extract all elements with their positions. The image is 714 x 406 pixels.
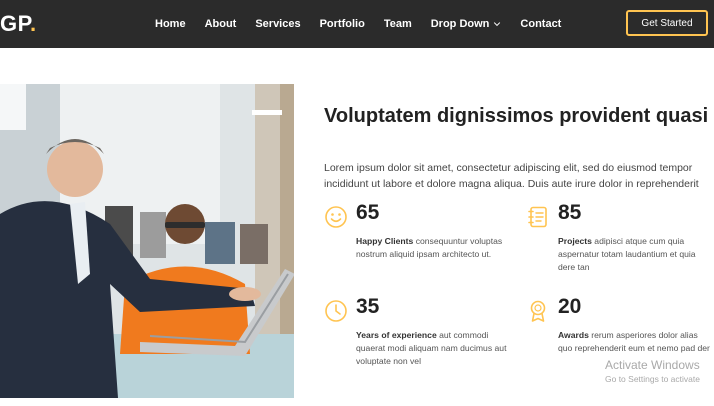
- page: GP. Home About Services Portfolio Team D…: [0, 0, 714, 406]
- award-icon: [530, 300, 546, 322]
- stat-number: 65: [356, 201, 380, 224]
- watermark-title: Activate Windows: [605, 358, 700, 372]
- stat-label: Awards: [558, 330, 589, 340]
- stat-text: Years of experience aut commodi quaerat …: [356, 329, 508, 368]
- logo-dot: .: [29, 11, 37, 36]
- nav-about[interactable]: About: [205, 18, 237, 30]
- stat-text: Projects adipisci atque cum quia asperna…: [558, 235, 710, 274]
- stat-text: Awards rerum asperiores dolor alias quo …: [558, 329, 710, 355]
- about-image: [0, 84, 294, 398]
- nav-services[interactable]: Services: [255, 18, 300, 30]
- logo[interactable]: GP.: [0, 11, 37, 37]
- site-header: GP. Home About Services Portfolio Team D…: [0, 0, 714, 48]
- logo-text: GP: [0, 11, 30, 36]
- stat-number: 20: [558, 295, 582, 318]
- stat-label: Projects: [558, 236, 592, 246]
- stat-label: Years of experience: [356, 330, 437, 340]
- stat-text: Happy Clients consequuntur voluptas nost…: [356, 235, 508, 261]
- chevron-down-icon: [494, 22, 501, 27]
- main-nav: Home About Services Portfolio Team Drop …: [155, 0, 580, 48]
- emoji-smile-icon: [325, 206, 347, 228]
- stat-number: 35: [356, 295, 380, 318]
- nav-team[interactable]: Team: [384, 18, 412, 30]
- nav-contact[interactable]: Contact: [520, 18, 561, 30]
- nav-home[interactable]: Home: [155, 18, 186, 30]
- nav-dropdown-label: Drop Down: [430, 18, 490, 30]
- get-started-button[interactable]: Get Started: [626, 10, 708, 36]
- section-description: Lorem ipsum dolor sit amet, consectetur …: [324, 162, 699, 190]
- section-title: Voluptatem dignissimos provident quasi: [324, 105, 709, 127]
- stat-label: Happy Clients: [356, 236, 414, 246]
- watermark-subtitle: Go to Settings to activate: [605, 374, 700, 384]
- nav-portfolio[interactable]: Portfolio: [320, 18, 365, 30]
- stat-number: 85: [558, 201, 582, 224]
- journal-richtext-icon: [528, 206, 547, 228]
- clock-icon: [325, 300, 347, 322]
- nav-dropdown[interactable]: Drop Down: [431, 18, 502, 30]
- activate-windows-watermark: Activate Windows Go to Settings to activ…: [605, 358, 714, 384]
